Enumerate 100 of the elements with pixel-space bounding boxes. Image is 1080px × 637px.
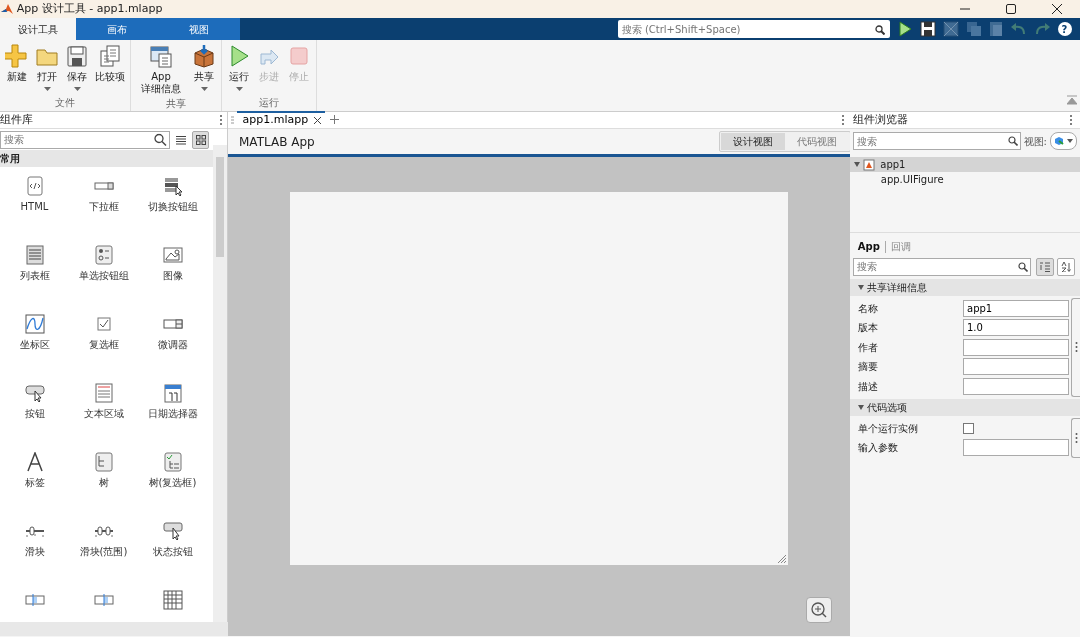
search-field[interactable]: 搜索 bbox=[852, 257, 1031, 276]
ribbon-tab[interactable]: 设计工具 bbox=[0, 18, 76, 40]
section-header: 代码选项 bbox=[866, 400, 907, 415]
component-item[interactable]: 树(复选框) bbox=[138, 443, 207, 512]
ribbon-button[interactable]: 保存 bbox=[62, 40, 92, 92]
tree-item[interactable]: app1 bbox=[850, 157, 1080, 172]
ribbon-button[interactable]: App 详细信息 bbox=[133, 40, 189, 96]
text-field[interactable] bbox=[963, 377, 1069, 395]
search-icon bbox=[1007, 136, 1018, 146]
search-icon bbox=[1017, 261, 1028, 272]
scrollbar[interactable] bbox=[0, 622, 228, 636]
more-icon[interactable] bbox=[219, 113, 223, 126]
text-field[interactable] bbox=[963, 358, 1069, 375]
stop-icon bbox=[287, 44, 311, 68]
group-label: 共享 bbox=[165, 96, 187, 111]
component-item[interactable]: 日期选择器 bbox=[138, 374, 207, 443]
button-group-icon bbox=[162, 176, 183, 196]
letter-icon bbox=[24, 452, 45, 472]
indent-list-icon bbox=[1040, 261, 1051, 272]
more-icon[interactable] bbox=[840, 113, 845, 126]
close-icon[interactable] bbox=[313, 117, 321, 124]
caret-icon bbox=[1066, 139, 1073, 143]
search-field[interactable]: 搜索 bbox=[0, 130, 170, 149]
list-box-icon bbox=[24, 245, 45, 265]
app-file-icon bbox=[862, 158, 875, 171]
resize-grip-icon[interactable] bbox=[777, 554, 787, 564]
plus-icon[interactable] bbox=[330, 115, 340, 125]
component-item[interactable]: 图像 bbox=[138, 236, 207, 305]
section-header: 常用 bbox=[0, 152, 20, 166]
text-field[interactable]: app1 bbox=[963, 299, 1069, 317]
view-dropdown[interactable] bbox=[1049, 132, 1078, 150]
zoom-button[interactable] bbox=[806, 597, 832, 623]
side-handle[interactable] bbox=[1071, 417, 1080, 458]
search-field[interactable]: 搜索 bbox=[852, 132, 1021, 150]
search-icon bbox=[154, 133, 167, 146]
ribbon-button[interactable]: 共享 bbox=[189, 40, 219, 96]
component-item[interactable]: 文本区域 bbox=[69, 374, 138, 443]
text-field[interactable] bbox=[963, 338, 1069, 356]
plus-icon bbox=[5, 44, 29, 68]
ribbon-button[interactable]: 打开 bbox=[32, 40, 62, 92]
expand-toggle[interactable] bbox=[858, 404, 864, 410]
sort-icon bbox=[1061, 261, 1071, 272]
component-item[interactable]: 滑块(范围) bbox=[69, 512, 138, 581]
component-item[interactable]: 微调器 bbox=[138, 305, 207, 374]
maximize-icon[interactable] bbox=[1006, 4, 1016, 14]
property-label: 作者 bbox=[858, 340, 878, 355]
panel-title: 组件浏览器 bbox=[852, 111, 908, 128]
checkbox[interactable] bbox=[963, 422, 974, 434]
view-toggle[interactable] bbox=[192, 130, 209, 149]
axes-icon bbox=[24, 314, 45, 334]
more-icon[interactable] bbox=[1069, 113, 1074, 126]
ribbon-button[interactable]: 新建 bbox=[2, 40, 32, 92]
text-field[interactable] bbox=[963, 439, 1069, 456]
view-tab[interactable]: 代码视图 bbox=[785, 133, 849, 150]
component-item[interactable]: 单选按钮组 bbox=[69, 236, 138, 305]
component-item[interactable]: 滑块 bbox=[0, 512, 69, 581]
list-icon bbox=[176, 134, 187, 145]
zoom-in-icon bbox=[811, 602, 827, 618]
state-button-icon bbox=[162, 521, 183, 541]
side-handle[interactable] bbox=[1071, 297, 1080, 397]
close-icon[interactable] bbox=[1052, 4, 1062, 14]
component-item[interactable]: 列表框 bbox=[0, 236, 69, 305]
component-item[interactable]: 状态按钮 bbox=[138, 512, 207, 581]
save-icon[interactable] bbox=[918, 19, 938, 39]
component-item[interactable]: 标签 bbox=[0, 443, 69, 512]
radio-group-icon bbox=[93, 245, 114, 265]
view-tab[interactable]: 设计视图 bbox=[721, 133, 785, 150]
inspector-tab[interactable]: App bbox=[852, 239, 885, 254]
search-field[interactable]: 搜索 (Ctrl+Shift+Space) bbox=[617, 20, 890, 38]
ribbon-tab[interactable]: 画布 bbox=[76, 18, 158, 40]
expand-toggle[interactable] bbox=[858, 284, 864, 290]
component-item[interactable]: 树 bbox=[69, 443, 138, 512]
property-label: 输入参数 bbox=[858, 441, 898, 455]
component-item[interactable]: 坐标区 bbox=[0, 305, 69, 374]
component-item[interactable]: 下拉框 bbox=[69, 167, 138, 236]
ribbon-button[interactable]: 运行 bbox=[224, 40, 254, 92]
drag-handle-icon bbox=[230, 115, 234, 124]
tree-item[interactable]: app.UIFigure bbox=[850, 172, 1080, 187]
html-file-icon bbox=[24, 176, 45, 196]
sort-button[interactable] bbox=[1057, 257, 1075, 276]
ribbon-tab[interactable]: 视图 bbox=[158, 18, 240, 40]
component-item[interactable]: 切换按钮组 bbox=[138, 167, 207, 236]
section-header: 共享详细信息 bbox=[866, 280, 927, 295]
cube-icon bbox=[1054, 136, 1065, 146]
grouped-view-button[interactable] bbox=[1036, 257, 1055, 276]
text-area-icon bbox=[93, 383, 114, 403]
component-item[interactable]: 复选框 bbox=[69, 305, 138, 374]
image-icon bbox=[162, 245, 183, 265]
panel-title: 组件库 bbox=[0, 111, 33, 128]
table-icon[interactable] bbox=[162, 590, 183, 610]
editor-tab[interactable]: app1.mlapp bbox=[236, 111, 325, 128]
scrollbar[interactable] bbox=[213, 145, 227, 622]
text-field[interactable]: 1.0 bbox=[963, 319, 1069, 336]
property-label: 单个运行实例 bbox=[858, 421, 918, 436]
collapse-icon[interactable] bbox=[1067, 94, 1078, 105]
component-item[interactable]: 按钮 bbox=[0, 374, 69, 443]
component-item[interactable]: HTML bbox=[0, 167, 69, 236]
inspector-tab[interactable]: 回调 bbox=[885, 239, 916, 254]
group-label: 运行 bbox=[258, 96, 280, 110]
ribbon-button[interactable]: 比较项 bbox=[92, 40, 128, 92]
